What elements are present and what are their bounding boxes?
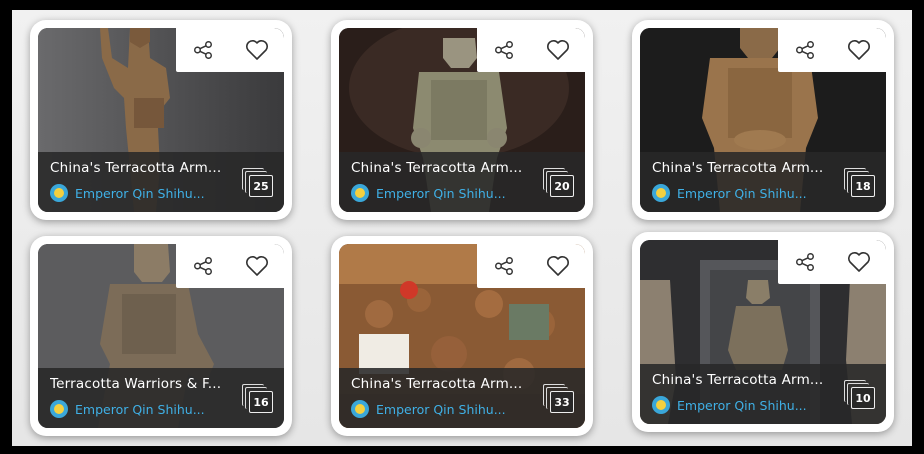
heart-icon[interactable] (544, 36, 572, 64)
card-title[interactable]: China's Terracotta Arm... (50, 160, 236, 176)
sun-avatar-icon (50, 184, 68, 202)
card-body[interactable]: Terracotta Warriors & F... Emperor Qin S… (38, 244, 284, 428)
image-stack-icon: 20 (543, 168, 575, 198)
card-author[interactable]: Emperor Qin Shihu... (50, 184, 236, 202)
card-title[interactable]: China's Terracotta Arm... (652, 372, 838, 388)
card-actions (778, 240, 886, 284)
sun-avatar-icon (652, 396, 670, 414)
card-actions (176, 28, 284, 72)
card-title[interactable]: China's Terracotta Arm... (351, 160, 537, 176)
item-count: 18 (851, 175, 875, 197)
image-stack-icon: 25 (242, 168, 274, 198)
card-title[interactable]: China's Terracotta Arm... (652, 160, 838, 176)
card-body[interactable]: China's Terracotta Arm... Emperor Qin Sh… (339, 28, 585, 212)
card-footer: China's Terracotta Arm... Emperor Qin Sh… (640, 152, 886, 212)
image-stack-icon: 33 (543, 384, 575, 414)
share-icon[interactable] (791, 36, 819, 64)
card-actions (778, 28, 886, 72)
author-name[interactable]: Emperor Qin Shihu... (677, 398, 807, 413)
card-author[interactable]: Emperor Qin Shihu... (652, 184, 838, 202)
author-name[interactable]: Emperor Qin Shihu... (376, 402, 506, 417)
card-footer: China's Terracotta Arm... Emperor Qin Sh… (640, 364, 886, 424)
item-count: 10 (851, 387, 875, 409)
sun-avatar-icon (652, 184, 670, 202)
collection-card[interactable]: China's Terracotta Arm... Emperor Qin Sh… (30, 20, 292, 220)
card-body[interactable]: China's Terracotta Arm... Emperor Qin Sh… (640, 240, 886, 424)
card-author[interactable]: Emperor Qin Shihu... (652, 396, 838, 414)
author-name[interactable]: Emperor Qin Shihu... (677, 186, 807, 201)
item-count: 20 (550, 175, 574, 197)
heart-icon[interactable] (845, 36, 873, 64)
card-author[interactable]: Emperor Qin Shihu... (351, 400, 537, 418)
card-body[interactable]: China's Terracotta Arm... Emperor Qin Sh… (339, 244, 585, 428)
collection-card[interactable]: China's Terracotta Arm... Emperor Qin Sh… (331, 236, 593, 436)
sun-avatar-icon (351, 400, 369, 418)
collection-card[interactable]: China's Terracotta Arm... Emperor Qin Sh… (331, 20, 593, 220)
collection-card[interactable]: China's Terracotta Arm... Emperor Qin Sh… (632, 232, 894, 432)
heart-icon[interactable] (243, 36, 271, 64)
share-icon[interactable] (490, 252, 518, 280)
item-count: 25 (249, 175, 273, 197)
item-count: 33 (550, 391, 574, 413)
collection-card[interactable]: Terracotta Warriors & F... Emperor Qin S… (30, 236, 292, 436)
heart-icon[interactable] (845, 248, 873, 276)
share-icon[interactable] (189, 36, 217, 64)
share-icon[interactable] (791, 248, 819, 276)
card-actions (477, 28, 585, 72)
card-footer: China's Terracotta Arm... Emperor Qin Sh… (339, 152, 585, 212)
sun-avatar-icon (351, 184, 369, 202)
card-author[interactable]: Emperor Qin Shihu... (351, 184, 537, 202)
heart-icon[interactable] (243, 252, 271, 280)
share-icon[interactable] (189, 252, 217, 280)
card-title[interactable]: China's Terracotta Arm... (351, 376, 537, 392)
sun-avatar-icon (50, 400, 68, 418)
item-count: 16 (249, 391, 273, 413)
card-author[interactable]: Emperor Qin Shihu... (50, 400, 236, 418)
stage: China's Terracotta Arm... Emperor Qin Sh… (12, 10, 912, 446)
image-stack-icon: 16 (242, 384, 274, 414)
card-footer: China's Terracotta Arm... Emperor Qin Sh… (339, 368, 585, 428)
share-icon[interactable] (490, 36, 518, 64)
author-name[interactable]: Emperor Qin Shihu... (75, 402, 205, 417)
card-title[interactable]: Terracotta Warriors & F... (50, 376, 236, 392)
author-name[interactable]: Emperor Qin Shihu... (376, 186, 506, 201)
card-actions (176, 244, 284, 288)
card-actions (477, 244, 585, 288)
card-footer: Terracotta Warriors & F... Emperor Qin S… (38, 368, 284, 428)
card-body[interactable]: China's Terracotta Arm... Emperor Qin Sh… (38, 28, 284, 212)
card-footer: China's Terracotta Arm... Emperor Qin Sh… (38, 152, 284, 212)
image-stack-icon: 18 (844, 168, 876, 198)
author-name[interactable]: Emperor Qin Shihu... (75, 186, 205, 201)
card-body[interactable]: China's Terracotta Arm... Emperor Qin Sh… (640, 28, 886, 212)
image-stack-icon: 10 (844, 380, 876, 410)
heart-icon[interactable] (544, 252, 572, 280)
collection-card[interactable]: China's Terracotta Arm... Emperor Qin Sh… (632, 20, 894, 220)
